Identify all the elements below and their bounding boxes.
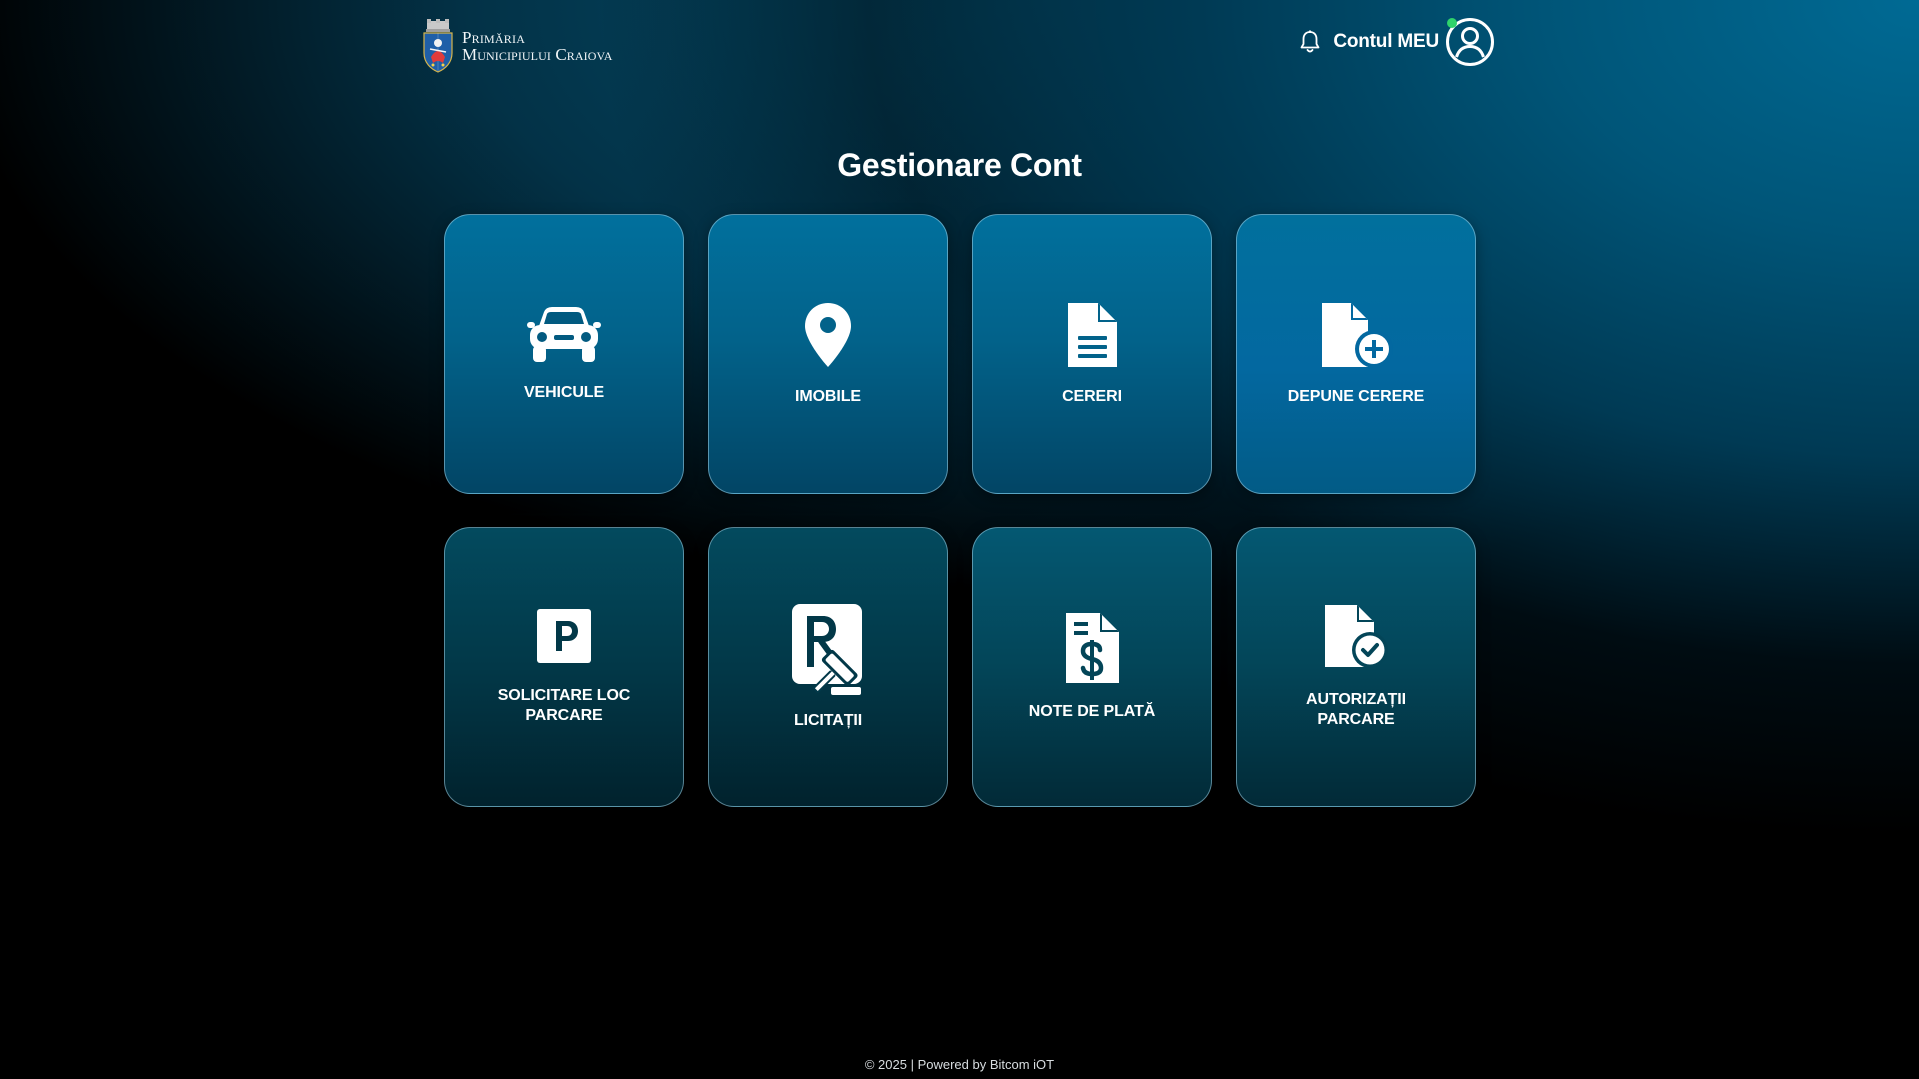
card-label: DEPUNE CERERE (1287, 387, 1425, 405)
card-label: NOTE DE PLATĂ (1028, 703, 1156, 720)
card-label: SOLICITARE LOC PARCARE (497, 687, 631, 724)
card-label: LICITAȚII (793, 712, 863, 729)
card-label: AUTORIZAȚII PARCARE (1306, 691, 1406, 728)
logo-line-1: Primăria (462, 28, 526, 47)
online-status-dot (1447, 18, 1457, 28)
card-vehicule[interactable]: VEHICULE (444, 214, 684, 494)
card-solicitare-loc-parcare[interactable]: SOLICITARE LOC PARCARE (444, 527, 684, 807)
card-imobile[interactable]: IMOBILE (708, 214, 948, 494)
document-add-icon (1322, 302, 1393, 368)
account-area: Contul MEU (1299, 16, 1495, 68)
bell-icon[interactable] (1299, 30, 1321, 54)
card-autorizatii-parcare[interactable]: AUTORIZAȚII PARCARE (1236, 527, 1476, 807)
logo-line-2: Municipiului Craiova (462, 45, 613, 64)
app-header: Primăria Municipiului Craiova Contul MEU (0, 0, 1919, 90)
card-licitatii[interactable]: LICITAȚII (708, 527, 948, 807)
document-icon (1068, 302, 1117, 367)
car-icon (527, 306, 601, 362)
footer-text: © 2025 | Powered by Bitcom iOT (864, 1057, 1055, 1072)
account-menu-label[interactable]: Contul MEU (1333, 31, 1439, 53)
card-note-de-plata[interactable]: NOTE DE PLATĂ (972, 527, 1212, 807)
card-label: IMOBILE (795, 387, 861, 405)
crest-icon (423, 19, 453, 73)
page-title: Gestionare Cont (837, 147, 1082, 183)
invoice-dollar-icon (1066, 613, 1119, 683)
document-check-icon (1325, 605, 1388, 668)
card-cereri[interactable]: CERERI (972, 214, 1212, 494)
footer: © 2025 | Powered by Bitcom iOT (0, 1057, 1919, 1072)
auction-gavel-icon (792, 604, 862, 695)
parking-icon (537, 609, 591, 663)
avatar[interactable] (1445, 17, 1495, 67)
account-menu-grid: VEHICULE IMOBILE CERERI DEPUNE CERERE SO… (444, 214, 1476, 807)
map-pin-icon (805, 302, 851, 367)
card-label: CERERI (1062, 387, 1122, 405)
logo[interactable]: Primăria Municipiului Craiova (421, 19, 612, 73)
logo-text: Primăria Municipiului Craiova (462, 29, 612, 63)
card-label: VEHICULE (523, 383, 605, 401)
card-depune-cerere[interactable]: DEPUNE CERERE (1236, 214, 1476, 494)
